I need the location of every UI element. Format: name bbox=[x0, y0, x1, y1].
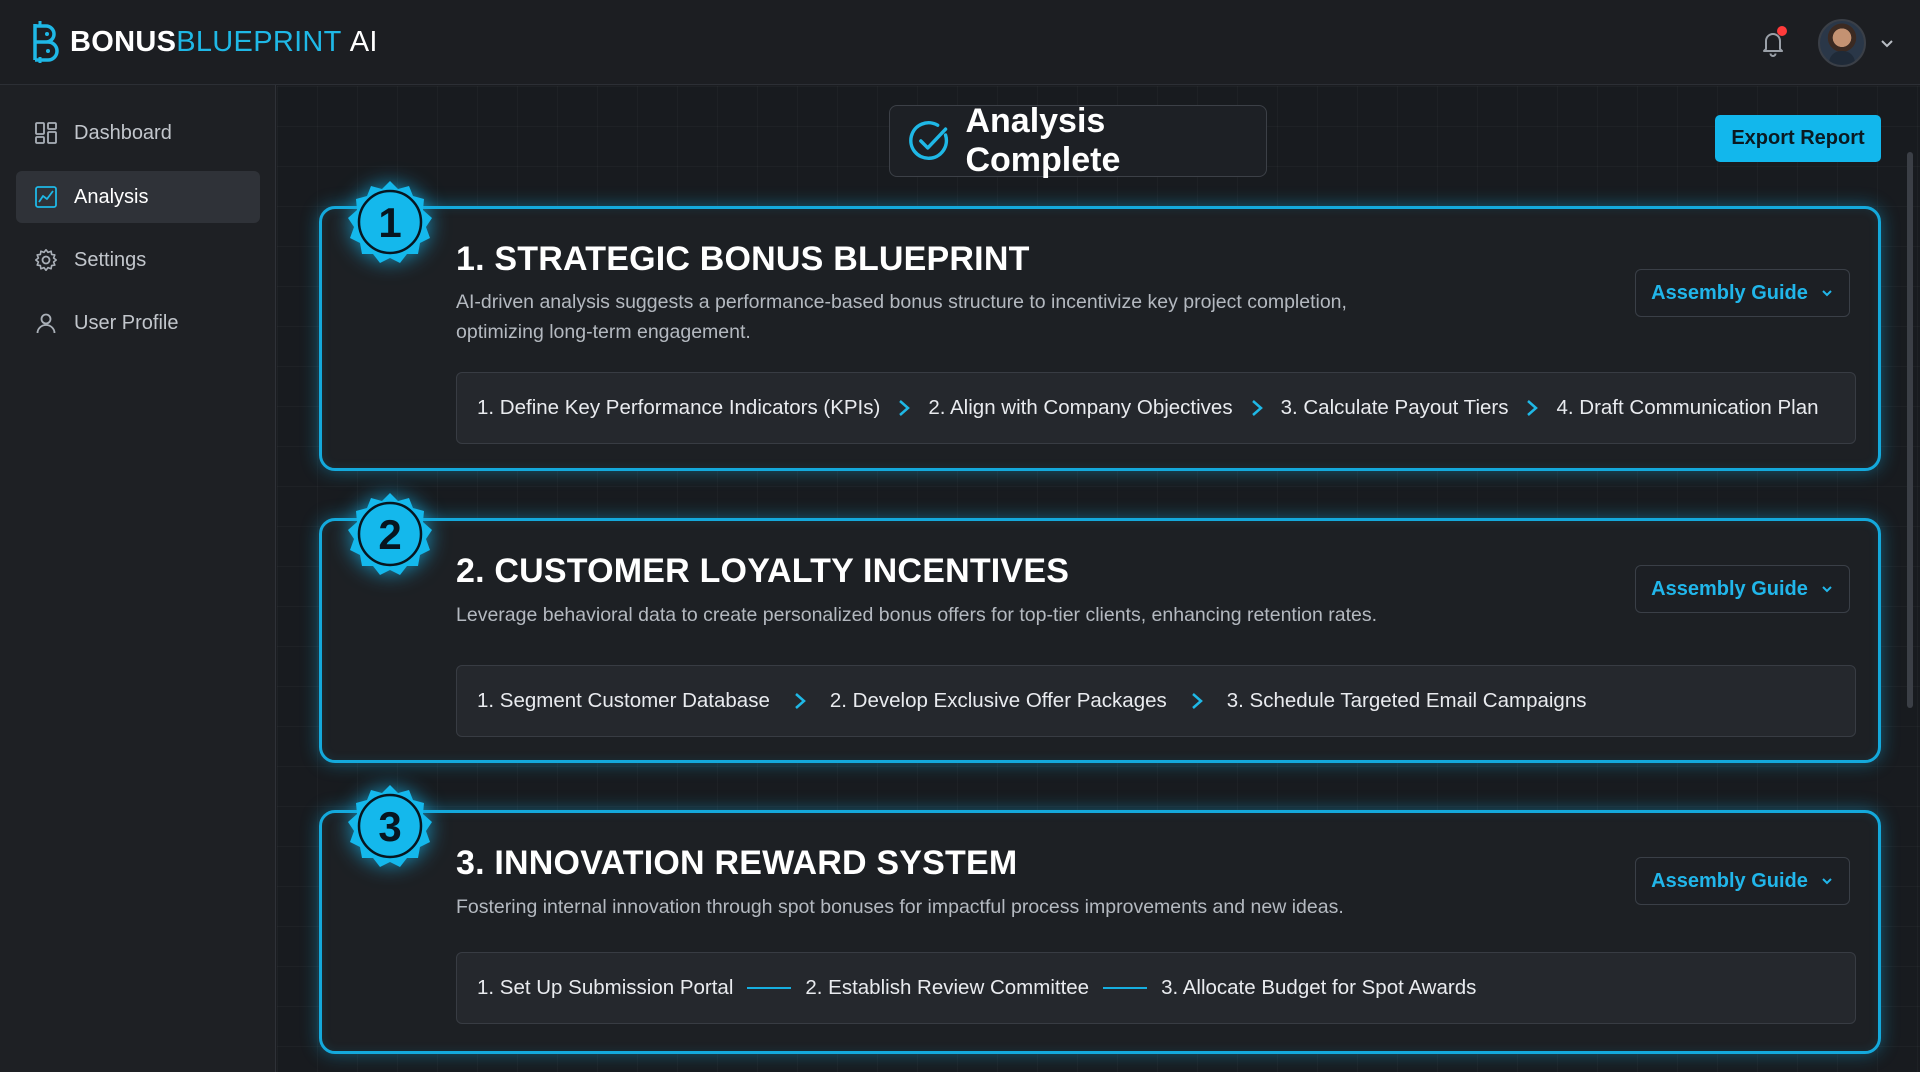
assembly-guide-button[interactable]: Assembly Guide bbox=[1635, 269, 1850, 317]
gear-icon bbox=[35, 249, 57, 271]
card-title: 2. CUSTOMER LOYALTY INCENTIVES bbox=[456, 552, 1070, 590]
chevron-down-icon bbox=[1822, 586, 1832, 593]
brand-blueprint: BLUEPRINT bbox=[176, 25, 342, 58]
chevron-down-icon bbox=[1822, 878, 1832, 885]
chevron-down-icon[interactable] bbox=[1880, 36, 1894, 50]
step-item: 1. Define Key Performance Indicators (KP… bbox=[477, 396, 881, 419]
brand[interactable]: BONUSBLUEPRINT AI bbox=[26, 20, 378, 64]
step-item: 3. Schedule Targeted Email Campaigns bbox=[1226, 689, 1587, 712]
step-item: 4. Draft Communication Plan bbox=[1556, 396, 1819, 419]
badge-number: 1 bbox=[378, 199, 402, 246]
step-item: 2. Align with Company Objectives bbox=[928, 396, 1233, 419]
sidebar-item-label: Analysis bbox=[74, 185, 149, 208]
user-avatar[interactable] bbox=[1818, 18, 1866, 67]
card-title: 1. STRATEGIC BONUS BLUEPRINT bbox=[456, 240, 1030, 278]
step-badge: 3 bbox=[346, 783, 434, 871]
brand-name: BONUSBLUEPRINT AI bbox=[70, 26, 378, 59]
top-bar: BONUSBLUEPRINT AI bbox=[0, 0, 1920, 85]
chevron-down-icon bbox=[1822, 290, 1832, 297]
brand-bonus: BONUS bbox=[70, 25, 177, 58]
sidebar-item-label: Dashboard bbox=[74, 121, 172, 144]
scrollbar[interactable] bbox=[1907, 152, 1913, 708]
assembly-guide-label: Assembly Guide bbox=[1651, 869, 1808, 892]
chevron-right-icon bbox=[795, 693, 806, 709]
step-item: 2. Establish Review Committee bbox=[805, 976, 1090, 999]
step-item: 1. Set Up Submission Portal bbox=[477, 976, 734, 999]
export-report-button[interactable]: Export Report bbox=[1715, 115, 1881, 162]
sidebar-item-label: User Profile bbox=[74, 311, 179, 334]
card-description: AI-driven analysis suggests a performanc… bbox=[456, 291, 1347, 343]
topbar-actions bbox=[1758, 0, 1894, 85]
sidebar-item-settings[interactable]: Settings bbox=[16, 234, 260, 286]
badge-number: 2 bbox=[378, 511, 402, 558]
chevron-right-icon bbox=[899, 400, 911, 416]
step-connector bbox=[1103, 987, 1148, 989]
notification-dot bbox=[1777, 25, 1787, 36]
sidebar-item-analysis[interactable]: Analysis bbox=[16, 171, 260, 223]
card-description: Fostering internal innovation through sp… bbox=[456, 896, 1344, 918]
step-item: 3. Calculate Payout Tiers bbox=[1280, 396, 1509, 419]
step-item: 1. Segment Customer Database bbox=[477, 689, 770, 712]
sidebar-item-dashboard[interactable]: Dashboard bbox=[16, 107, 260, 159]
strategy-card: 2 2. CUSTOMER LOYALTY INCENTIVES Leverag… bbox=[319, 493, 1881, 763]
step-item: 2. Develop Exclusive Offer Packages bbox=[829, 689, 1167, 712]
step-connector bbox=[747, 987, 792, 989]
notifications-button[interactable] bbox=[1758, 25, 1788, 58]
steps-bar: 1. Set Up Submission Portal 2. Establish… bbox=[456, 952, 1856, 1024]
main-content: Analysis Complete Export Report 1 1. STR… bbox=[277, 86, 1920, 1072]
analysis-status: Analysis Complete bbox=[889, 102, 1267, 179]
step-badge: 1 bbox=[346, 179, 434, 267]
status-title: Analysis Complete bbox=[965, 102, 1121, 179]
assembly-guide-label: Assembly Guide bbox=[1651, 281, 1808, 304]
steps-bar: 1. Define Key Performance Indicators (KP… bbox=[456, 372, 1856, 444]
chevron-right-icon bbox=[1191, 693, 1203, 709]
check-circle-icon bbox=[909, 121, 949, 161]
strategy-card: 3 3. INNOVATION REWARD SYSTEM Fostering … bbox=[319, 785, 1881, 1054]
brand-ai: AI bbox=[349, 25, 378, 58]
sidebar: Dashboard Analysis Settings User Profile bbox=[0, 85, 276, 1072]
assembly-guide-button[interactable]: Assembly Guide bbox=[1635, 565, 1850, 613]
chevron-right-icon bbox=[1251, 400, 1263, 416]
strategy-card: 1 1. STRATEGIC BONUS BLUEPRINT AI-driven… bbox=[319, 181, 1881, 471]
assembly-guide-button[interactable]: Assembly Guide bbox=[1635, 857, 1850, 905]
grid-icon bbox=[35, 122, 57, 144]
assembly-guide-label: Assembly Guide bbox=[1651, 577, 1808, 600]
chart-icon bbox=[35, 186, 57, 208]
chevron-right-icon bbox=[1527, 400, 1539, 416]
steps-bar: 1. Segment Customer Database 2. Develop … bbox=[456, 665, 1856, 737]
badge-number: 3 bbox=[378, 803, 402, 850]
sidebar-item-label: Settings bbox=[74, 248, 147, 271]
card-description: Leverage behavioral data to create perso… bbox=[456, 604, 1378, 626]
brand-logo-icon bbox=[33, 21, 59, 63]
sidebar-item-user-profile[interactable]: User Profile bbox=[16, 297, 260, 349]
user-icon bbox=[36, 313, 56, 334]
step-badge: 2 bbox=[346, 491, 434, 579]
card-title: 3. INNOVATION REWARD SYSTEM bbox=[456, 844, 1018, 882]
step-item: 3. Allocate Budget for Spot Awards bbox=[1161, 976, 1477, 999]
